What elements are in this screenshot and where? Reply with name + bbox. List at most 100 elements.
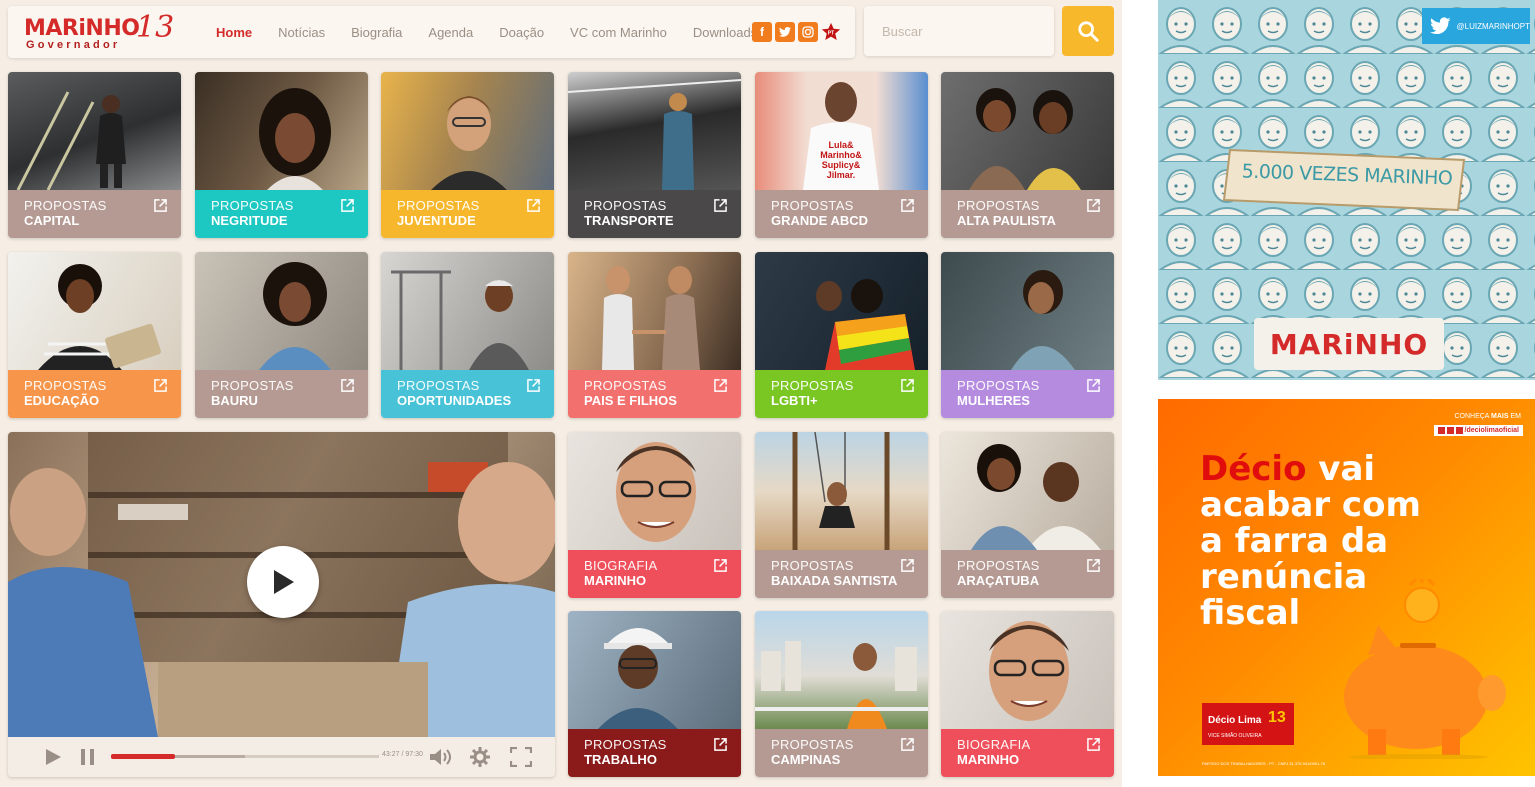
tile-label: PROPOSTAS CAMPINAS	[755, 729, 928, 777]
twitter-icon[interactable]	[775, 22, 795, 42]
settings-gear-icon[interactable]	[470, 747, 490, 767]
twitter-icon	[1446, 427, 1454, 434]
time-readout: 43:27 / 97:30	[382, 751, 423, 758]
tile-label-line-2: TRANSPORTE	[584, 213, 674, 228]
svg-text:Marinho&: Marinho&	[820, 150, 862, 160]
twitter-handle-badge[interactable]: @LUIZMARINHOPT	[1422, 8, 1530, 44]
fullscreen-icon[interactable]	[510, 747, 532, 767]
tile-propostas-campinas[interactable]: PROPOSTAS CAMPINAS	[755, 611, 928, 777]
nav-noticias[interactable]: Notícias	[265, 25, 338, 40]
tile-label: PROPOSTAS BAURU	[195, 370, 368, 418]
tile-photo	[381, 252, 554, 370]
nav-biografia[interactable]: Biografia	[338, 25, 415, 40]
external-link-icon	[901, 559, 914, 572]
tile-label-line-2: EDUCAÇÃO	[24, 393, 100, 408]
tile-propostas-alta-paulista[interactable]: PROPOSTAS ALTA PAULISTA	[941, 72, 1114, 238]
seek-bar-progress	[111, 754, 176, 759]
video-controls: 43:27 / 97:30	[8, 737, 555, 777]
facebook-icon[interactable]: f	[752, 22, 772, 42]
tile-label: PROPOSTAS ARAÇATUBA	[941, 550, 1114, 598]
tile-label: BIOGRAFIA MARINHO	[568, 550, 741, 598]
facebook-icon	[1437, 427, 1445, 434]
tile-label-line-2: GRANDE ABCD	[771, 213, 869, 228]
nav-agenda[interactable]: Agenda	[415, 25, 486, 40]
badge-vice: VICE SIMÃO OLIVEIRA	[1208, 733, 1262, 739]
ad-top-text-2: MAIS	[1491, 413, 1509, 420]
external-link-icon	[154, 379, 167, 392]
main-nav: Home Notícias Biografia Agenda Doação VC…	[203, 6, 770, 58]
tile-propostas-negritude[interactable]: PROPOSTAS NEGRITUDE	[195, 72, 368, 238]
site-header: MARiNHO 13 Governador Home Notícias Biog…	[8, 6, 855, 58]
candidate-badge: Décio Lima 13 VICE SIMÃO OLIVEIRA	[1202, 703, 1294, 745]
play-button[interactable]	[247, 546, 319, 618]
tile-label-line-2: PAIS E FILHOS	[584, 393, 677, 408]
tile-label-line-2: BAIXADA SANTISTA	[771, 573, 898, 588]
crowd-illustration	[1158, 0, 1535, 380]
twitter-icon	[1430, 17, 1451, 35]
decio-lima-ad[interactable]: CONHEÇA MAIS EM /deciolimaoficial Décio …	[1158, 399, 1535, 776]
tile-label: PROPOSTAS OPORTUNIDADES	[381, 370, 554, 418]
pause-icon[interactable]	[80, 748, 96, 766]
tile-propostas-baixada-santista[interactable]: PROPOSTAS BAIXADA SANTISTA	[755, 432, 928, 598]
tile-label: PROPOSTAS PAIS E FILHOS	[568, 370, 741, 418]
tile-propostas-aracatuba[interactable]: PROPOSTAS ARAÇATUBA	[941, 432, 1114, 598]
tile-propostas-capital[interactable]: PROPOSTAS CAPITAL	[8, 72, 181, 238]
tile-photo	[568, 432, 741, 550]
tile-propostas-juventude[interactable]: PROPOSTAS JUVENTUDE	[381, 72, 554, 238]
ad-social-handle: /deciolimaoficial	[1433, 425, 1523, 436]
nav-vc-com-marinho[interactable]: VC com Marinho	[557, 25, 680, 40]
tile-propostas-lgbti[interactable]: PROPOSTAS LGBTI+	[755, 252, 928, 418]
external-link-icon	[1087, 738, 1100, 751]
tile-photo	[8, 252, 181, 370]
social-links: f PT	[752, 22, 841, 42]
tile-label-line-2: OPORTUNIDADES	[397, 393, 512, 408]
external-link-icon	[1087, 559, 1100, 572]
external-link-icon	[527, 199, 540, 212]
tile-propostas-pais-e-filhos[interactable]: PROPOSTAS PAIS E FILHOS	[568, 252, 741, 418]
tile-propostas-educacao[interactable]: PROPOSTAS EDUCAÇÃO	[8, 252, 181, 418]
external-link-icon	[714, 199, 727, 212]
external-link-icon	[714, 559, 727, 572]
tile-propostas-bauru[interactable]: PROPOSTAS BAURU	[195, 252, 368, 418]
search-button[interactable]	[1062, 6, 1114, 56]
play-control-icon[interactable]	[44, 748, 62, 766]
tile-label: PROPOSTAS NEGRITUDE	[195, 190, 368, 238]
tile-biografia-marinho[interactable]: BIOGRAFIA MARINHO	[568, 432, 741, 598]
tile-propostas-grande-abcd[interactable]: Lula& Marinho& Suplicy& Jilmar. PROPOSTAS G…	[755, 72, 928, 238]
tile-propostas-mulheres[interactable]: PROPOSTAS MULHERES	[941, 252, 1114, 418]
instagram-icon	[1455, 427, 1463, 434]
site-logo[interactable]: MARiNHO 13 Governador	[24, 10, 184, 52]
logo-subtitle: Governador	[26, 39, 121, 51]
volume-icon[interactable]	[429, 747, 455, 767]
tile-biografia-marinho-2[interactable]: BIOGRAFIA MARINHO	[941, 611, 1114, 777]
tile-propostas-transporte[interactable]: PROPOSTAS TRANSPORTE	[568, 72, 741, 238]
search-icon	[1078, 21, 1099, 42]
seek-bar[interactable]	[111, 754, 379, 759]
tile-propostas-oportunidades[interactable]: PROPOSTAS OPORTUNIDADES	[381, 252, 554, 418]
headline-line-1: vai	[1306, 449, 1376, 489]
tile-label: PROPOSTAS ALTA PAULISTA	[941, 190, 1114, 238]
tile-photo	[195, 252, 368, 370]
twitter-handle: @LUIZMARINHOPT	[1456, 21, 1530, 31]
nav-home[interactable]: Home	[203, 25, 265, 40]
nav-doacao[interactable]: Doação	[486, 25, 557, 40]
video-player[interactable]: 43:27 / 97:30	[8, 432, 555, 777]
pt-star-icon[interactable]: PT	[821, 22, 841, 42]
search-input[interactable]	[864, 6, 1054, 56]
tile-label-line-2: JUVENTUDE	[397, 213, 476, 228]
badge-number: 13	[1268, 709, 1286, 726]
tile-propostas-trabalho[interactable]: PROPOSTAS TRABALHO	[568, 611, 741, 777]
external-link-icon	[1087, 199, 1100, 212]
logo-name: MARiNHO	[24, 16, 140, 41]
external-link-icon	[901, 199, 914, 212]
tile-photo	[8, 72, 181, 191]
headline-line-2: acabar com	[1200, 485, 1421, 525]
tile-photo	[941, 72, 1114, 190]
instagram-icon[interactable]	[798, 22, 818, 42]
twitter-ad-banner[interactable]: @LUIZMARINHOPT 5.000 VEZES MARINHO MARiN…	[1158, 0, 1535, 380]
search-field[interactable]	[864, 6, 1054, 56]
tile-photo	[755, 611, 928, 729]
tile-label-line-2: MULHERES	[957, 393, 1030, 408]
external-link-icon	[714, 738, 727, 751]
tile-label: PROPOSTAS MULHERES	[941, 370, 1114, 418]
